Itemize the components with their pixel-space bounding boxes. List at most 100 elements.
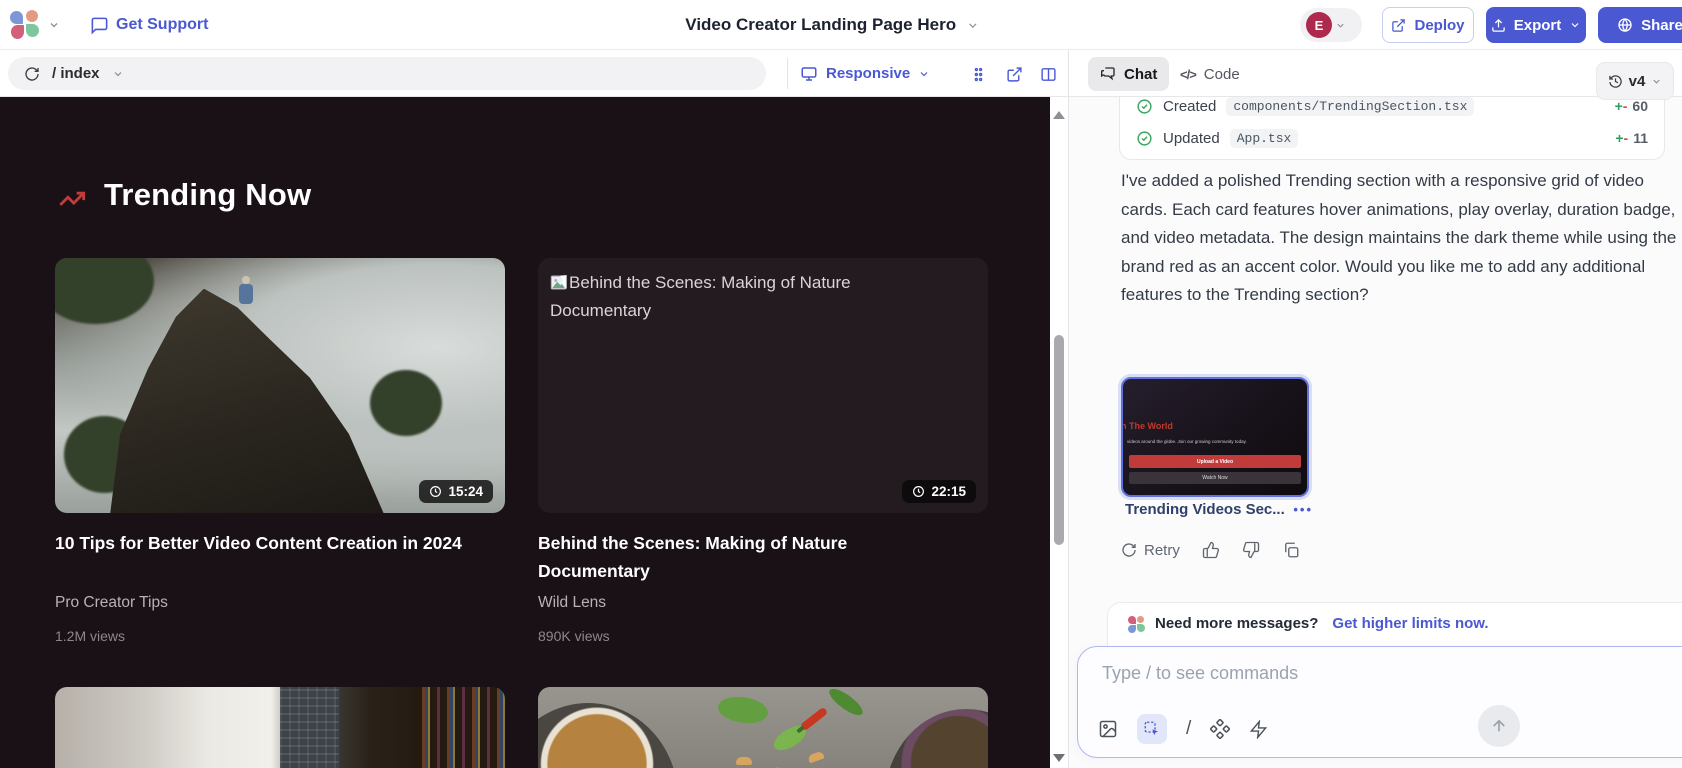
device-mode-select[interactable]: Responsive [800, 57, 930, 90]
duration-text: 22:15 [931, 484, 966, 499]
upload-icon [1491, 18, 1506, 33]
monitor-icon [800, 65, 818, 83]
tab-chat[interactable]: Chat [1088, 57, 1169, 91]
toolbar: / index Responsive [0, 50, 1682, 97]
logo-chevron-down-icon[interactable] [48, 19, 60, 31]
video-title[interactable]: 10 Tips for Better Video Content Creatio… [55, 529, 475, 557]
video-card-thumbnail-partial[interactable] [55, 687, 505, 768]
top-bar-left: Get Support [10, 0, 208, 50]
retry-label: Retry [1144, 542, 1180, 559]
broken-image-alt: Behind the Scenes: Making of Nature Docu… [538, 258, 898, 336]
video-card-thumbnail-broken[interactable]: Behind the Scenes: Making of Nature Docu… [538, 258, 988, 513]
slash-command-icon[interactable]: / [1186, 718, 1191, 740]
retry-icon [1121, 542, 1137, 558]
diff-stat: +-11 [1615, 130, 1648, 146]
component-grid-icon[interactable] [966, 62, 990, 86]
scrollbar-thumb[interactable] [1054, 335, 1064, 545]
change-action: Updated [1163, 130, 1220, 147]
title-chevron-down-icon [966, 19, 979, 32]
video-channel: Pro Creator Tips [55, 594, 168, 612]
version-preview-thumbnail[interactable]: th The World videos around the globe. Jo… [1121, 377, 1309, 497]
trending-up-icon [58, 185, 86, 213]
thumb-heading: th The World [1121, 421, 1173, 431]
app-logo-icon [1128, 616, 1145, 633]
get-support-button[interactable]: Get Support [90, 16, 208, 35]
file-name: App.tsx [1230, 129, 1299, 148]
share-label: Share [1641, 17, 1682, 34]
version-history-button[interactable]: v4 [1596, 62, 1674, 100]
version-caption-row: Trending Videos Sec... ••• [1125, 501, 1313, 518]
refresh-icon[interactable] [24, 66, 40, 82]
file-change-row[interactable]: Updated App.tsx +-11 [1120, 122, 1664, 154]
app-window: Get Support Video Creator Landing Page H… [0, 0, 1682, 768]
copy-icon[interactable] [1282, 541, 1300, 559]
alt-text: Behind the Scenes: Making of Nature Docu… [550, 273, 851, 320]
thumbs-down-icon[interactable] [1242, 541, 1260, 559]
composer-toolbar: / [1098, 714, 1268, 744]
export-label: Export [1514, 17, 1562, 34]
project-title-group[interactable]: Video Creator Landing Page Hero [685, 0, 979, 50]
ellipsis-menu-icon[interactable]: ••• [1293, 502, 1313, 517]
duration-text: 15:24 [448, 484, 483, 499]
duration-badge: 22:15 [902, 480, 976, 503]
split-view-icon[interactable] [1036, 62, 1060, 86]
device-chevron-down-icon [918, 68, 930, 80]
share-button[interactable]: Share [1598, 7, 1682, 43]
thumb-secondary-button: Watch Now [1129, 472, 1301, 484]
device-mode-label: Responsive [826, 65, 910, 82]
route-path: / index [52, 65, 100, 82]
export-button[interactable]: Export [1486, 7, 1586, 43]
video-card-thumbnail[interactable]: 15:24 [55, 258, 505, 513]
video-views: 1.2M views [55, 628, 125, 644]
video-channel: Wild Lens [538, 594, 606, 612]
scroll-up-arrow-icon[interactable] [1053, 111, 1065, 119]
tab-code[interactable]: </> Code [1180, 57, 1240, 91]
account-menu[interactable]: E [1300, 8, 1362, 42]
chat-panel: Created components/TrendingSection.tsx +… [1068, 97, 1682, 768]
lightning-icon[interactable] [1249, 720, 1268, 739]
broken-image-icon [550, 275, 567, 290]
mountain-photo [55, 258, 505, 513]
diff-stat: +-60 [1615, 98, 1648, 114]
thumbs-up-icon[interactable] [1202, 541, 1220, 559]
version-caption[interactable]: Trending Videos Sec... [1125, 501, 1285, 518]
deploy-button[interactable]: Deploy [1382, 7, 1474, 43]
check-circle-icon [1136, 130, 1153, 147]
retry-button[interactable]: Retry [1121, 542, 1180, 559]
chat-bubble-icon [90, 16, 109, 35]
food-photo [538, 687, 988, 768]
deploy-label: Deploy [1414, 17, 1464, 34]
message-actions: Retry [1121, 541, 1300, 559]
preview-scrollbar[interactable] [1050, 97, 1068, 768]
change-action: Created [1163, 98, 1216, 115]
select-element-icon[interactable] [1137, 714, 1167, 744]
url-bar[interactable]: / index [8, 57, 766, 90]
send-button[interactable] [1478, 705, 1520, 747]
components-diamond-icon[interactable] [1210, 719, 1230, 739]
route-chevron-down-icon[interactable] [112, 68, 124, 80]
get-support-label: Get Support [116, 16, 208, 34]
version-label: v4 [1629, 73, 1646, 90]
chat-tab-label: Chat [1124, 66, 1157, 83]
site-preview: Trending Now 15:24 10 Tips for Better Vi… [0, 97, 1050, 768]
file-change-row[interactable]: Created components/TrendingSection.tsx +… [1120, 97, 1664, 122]
file-change-card: Created components/TrendingSection.tsx +… [1119, 97, 1665, 160]
attach-image-icon[interactable] [1098, 719, 1118, 739]
banner-text: Need more messages? [1155, 615, 1318, 632]
app-logo-icon[interactable] [10, 10, 40, 40]
video-title[interactable]: Behind the Scenes: Making of Nature Docu… [538, 529, 958, 585]
clock-icon [912, 485, 925, 498]
video-card-thumbnail-partial[interactable] [538, 687, 988, 768]
chat-composer[interactable]: / [1077, 646, 1682, 758]
upgrade-link[interactable]: Get higher limits now. [1332, 615, 1488, 632]
scroll-down-arrow-icon[interactable] [1053, 754, 1065, 762]
file-name: components/TrendingSection.tsx [1226, 97, 1474, 116]
globe-icon [1617, 17, 1633, 33]
open-in-new-tab-icon[interactable] [1002, 62, 1026, 86]
trending-section-header: Trending Now [58, 177, 311, 213]
chat-input[interactable] [1102, 663, 1562, 684]
avatar: E [1306, 12, 1332, 38]
video-views: 890K views [538, 628, 610, 644]
chat-tab-icon [1100, 66, 1116, 82]
top-bar: Get Support Video Creator Landing Page H… [0, 0, 1682, 50]
